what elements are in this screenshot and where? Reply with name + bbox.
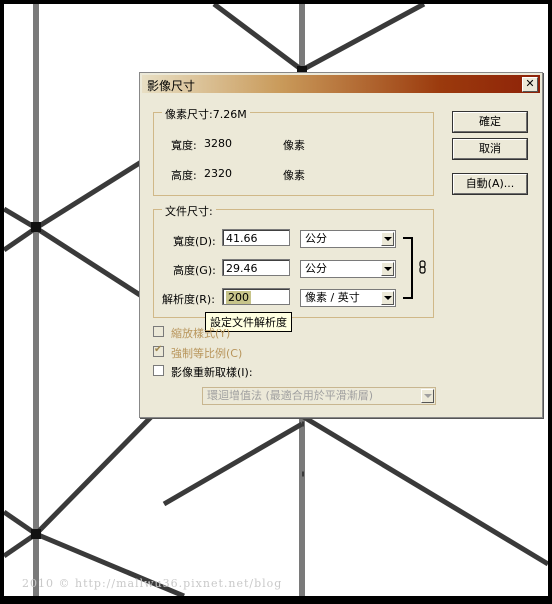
- doc-height-label: 高度(G):: [173, 264, 216, 277]
- watermark-text: 2010 © http://mallwu36.pixnet.net/blog: [22, 577, 283, 590]
- image-size-dialog: 影像尺寸 ✕ 像素尺寸:7.26M 寬度: 3280 像素 高度: 2320 像…: [139, 72, 543, 418]
- resolution-input[interactable]: 200: [222, 288, 290, 305]
- doc-width-unit-value: 公分: [305, 232, 327, 245]
- resolution-unit-select[interactable]: 像素 / 英寸: [300, 289, 396, 307]
- doc-height-unit-value: 公分: [305, 262, 327, 275]
- pixel-width-value: 3280: [204, 137, 232, 150]
- chain-link-icon: [419, 260, 426, 274]
- pixel-height-unit: 像素: [283, 169, 305, 182]
- title-bar[interactable]: 影像尺寸 ✕: [142, 75, 540, 93]
- ok-button[interactable]: 確定: [453, 112, 527, 132]
- chevron-down-icon[interactable]: [381, 232, 394, 246]
- pixel-dimensions-legend: 像素尺寸:7.26M: [162, 106, 250, 122]
- constrain-proportions-checkbox[interactable]: ✔: [153, 344, 164, 357]
- pixel-width-label: 寬度:: [171, 139, 197, 152]
- doc-height-unit-select[interactable]: 公分: [300, 260, 396, 278]
- pixel-height-label: 高度:: [171, 169, 197, 182]
- resolution-label: 解析度(R):: [162, 293, 215, 306]
- chevron-down-icon[interactable]: [381, 262, 394, 276]
- doc-width-unit-select[interactable]: 公分: [300, 230, 396, 248]
- scale-styles-checkbox[interactable]: [153, 326, 164, 337]
- doc-width-input[interactable]: 41.66: [222, 229, 290, 246]
- resample-checkbox[interactable]: [153, 365, 164, 376]
- check-icon: ✔: [154, 344, 163, 355]
- chevron-down-icon[interactable]: [381, 291, 394, 305]
- constrain-proportions-label: 強制等比例(C): [171, 347, 243, 360]
- cancel-button[interactable]: 取消: [453, 139, 527, 159]
- resolution-unit-value: 像素 / 英寸: [305, 291, 360, 304]
- pixel-dimensions-group: 像素尺寸:7.26M 寬度: 3280 像素 高度: 2320 像素: [153, 106, 434, 196]
- close-button[interactable]: ✕: [522, 77, 538, 92]
- scale-styles-label: 縮放樣式(Y): [171, 327, 231, 340]
- auto-button[interactable]: 自動(A)...: [453, 174, 527, 194]
- pixel-width-unit: 像素: [283, 139, 305, 152]
- pixel-height-value: 2320: [204, 167, 232, 180]
- doc-height-input[interactable]: 29.46: [222, 259, 290, 276]
- chevron-down-icon[interactable]: [421, 389, 434, 403]
- document-size-legend: 文件尺寸:: [162, 203, 216, 219]
- doc-width-label: 寬度(D):: [173, 235, 216, 248]
- link-bracket: [403, 237, 413, 299]
- resample-method-select[interactable]: 環迴增值法 (最適合用於平滑漸層): [202, 387, 436, 405]
- dialog-title: 影像尺寸: [147, 79, 196, 93]
- resample-label: 影像重新取樣(I):: [171, 366, 253, 379]
- resample-method-value: 環迴增值法 (最適合用於平滑漸層): [207, 389, 374, 402]
